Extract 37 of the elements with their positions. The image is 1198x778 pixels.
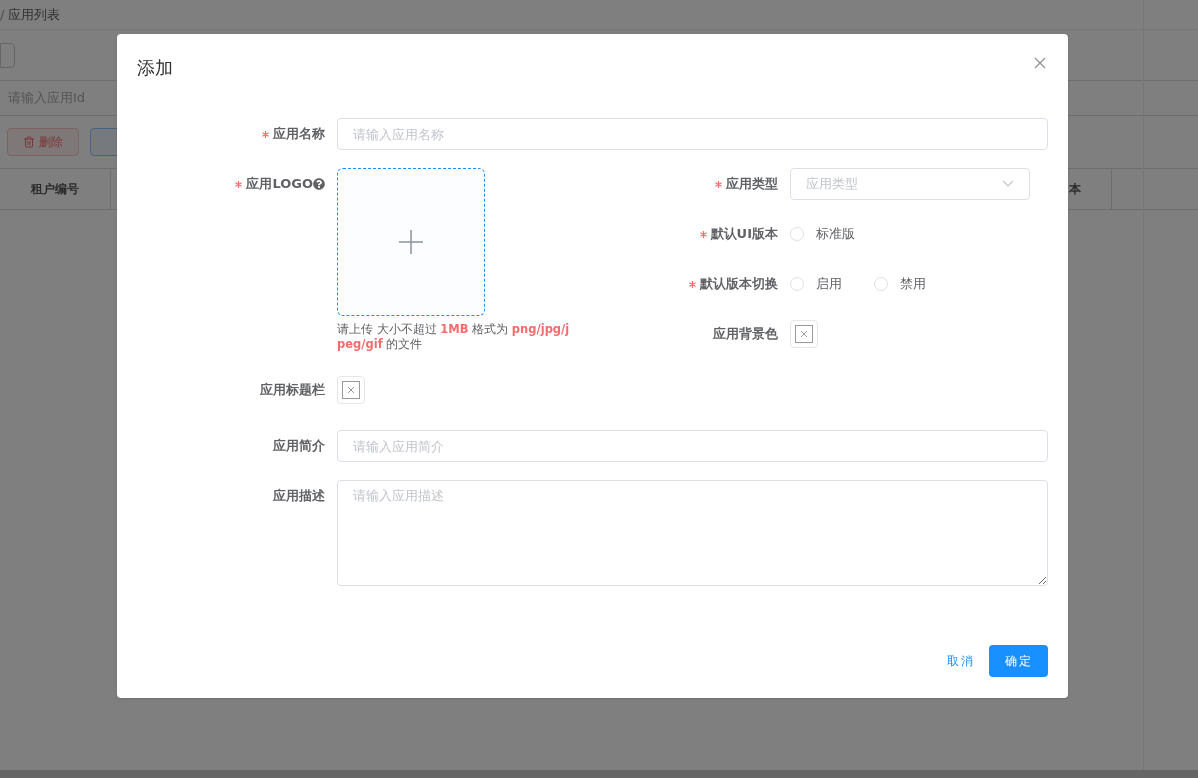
field-label: 应用LOGO: [246, 175, 313, 194]
radio-option[interactable]: 标准版: [790, 224, 855, 244]
field-label: 应用简介: [273, 437, 325, 456]
field-label: 应用类型: [726, 175, 778, 194]
toolbar-button[interactable]: [0, 42, 15, 68]
horizontal-scrollbar[interactable]: [0, 770, 1198, 778]
trash-icon: [23, 136, 35, 148]
table-header-cell: 租户编号: [0, 169, 111, 209]
close-icon: [800, 330, 808, 338]
field-label: 应用背景色: [713, 325, 778, 344]
upload-hint: 请上传 大小不超过 1MB 格式为 png/jpg/jpeg/gif 的文件: [337, 322, 571, 352]
close-icon[interactable]: [1034, 57, 1046, 69]
cancel-link[interactable]: 取消: [943, 645, 979, 677]
upload-area[interactable]: [337, 168, 485, 316]
confirm-button[interactable]: 确定: [989, 645, 1048, 677]
field-label: 应用标题栏: [260, 381, 325, 400]
help-icon: [313, 178, 325, 190]
input-field[interactable]: 请输入应用简介: [337, 430, 1048, 462]
field-label: 应用描述: [273, 487, 325, 506]
breadcrumb: 应用列表: [8, 5, 61, 24]
table-header-cell: 本: [1069, 169, 1112, 209]
close-icon: [347, 386, 355, 394]
textarea-field[interactable]: 请输入应用描述: [337, 480, 1048, 586]
color-picker[interactable]: [337, 376, 365, 404]
color-picker[interactable]: [790, 320, 818, 348]
field-label: 应用名称: [273, 125, 325, 144]
type-select[interactable]: 应用类型: [790, 168, 1030, 200]
breadcrumb-separator: /: [0, 5, 5, 24]
radio-option[interactable]: 禁用: [874, 274, 926, 294]
dialog-title: 添加: [137, 56, 173, 80]
chevron-down-icon: [1002, 180, 1014, 188]
delete-button[interactable]: 删除: [7, 128, 79, 156]
field-label: 默认版本切换: [700, 275, 778, 294]
field-label: 默认UI版本: [710, 225, 778, 244]
radio-option[interactable]: 启用: [790, 274, 842, 294]
plus-icon: [399, 230, 423, 254]
input-field[interactable]: 请输入应用名称: [337, 118, 1048, 150]
